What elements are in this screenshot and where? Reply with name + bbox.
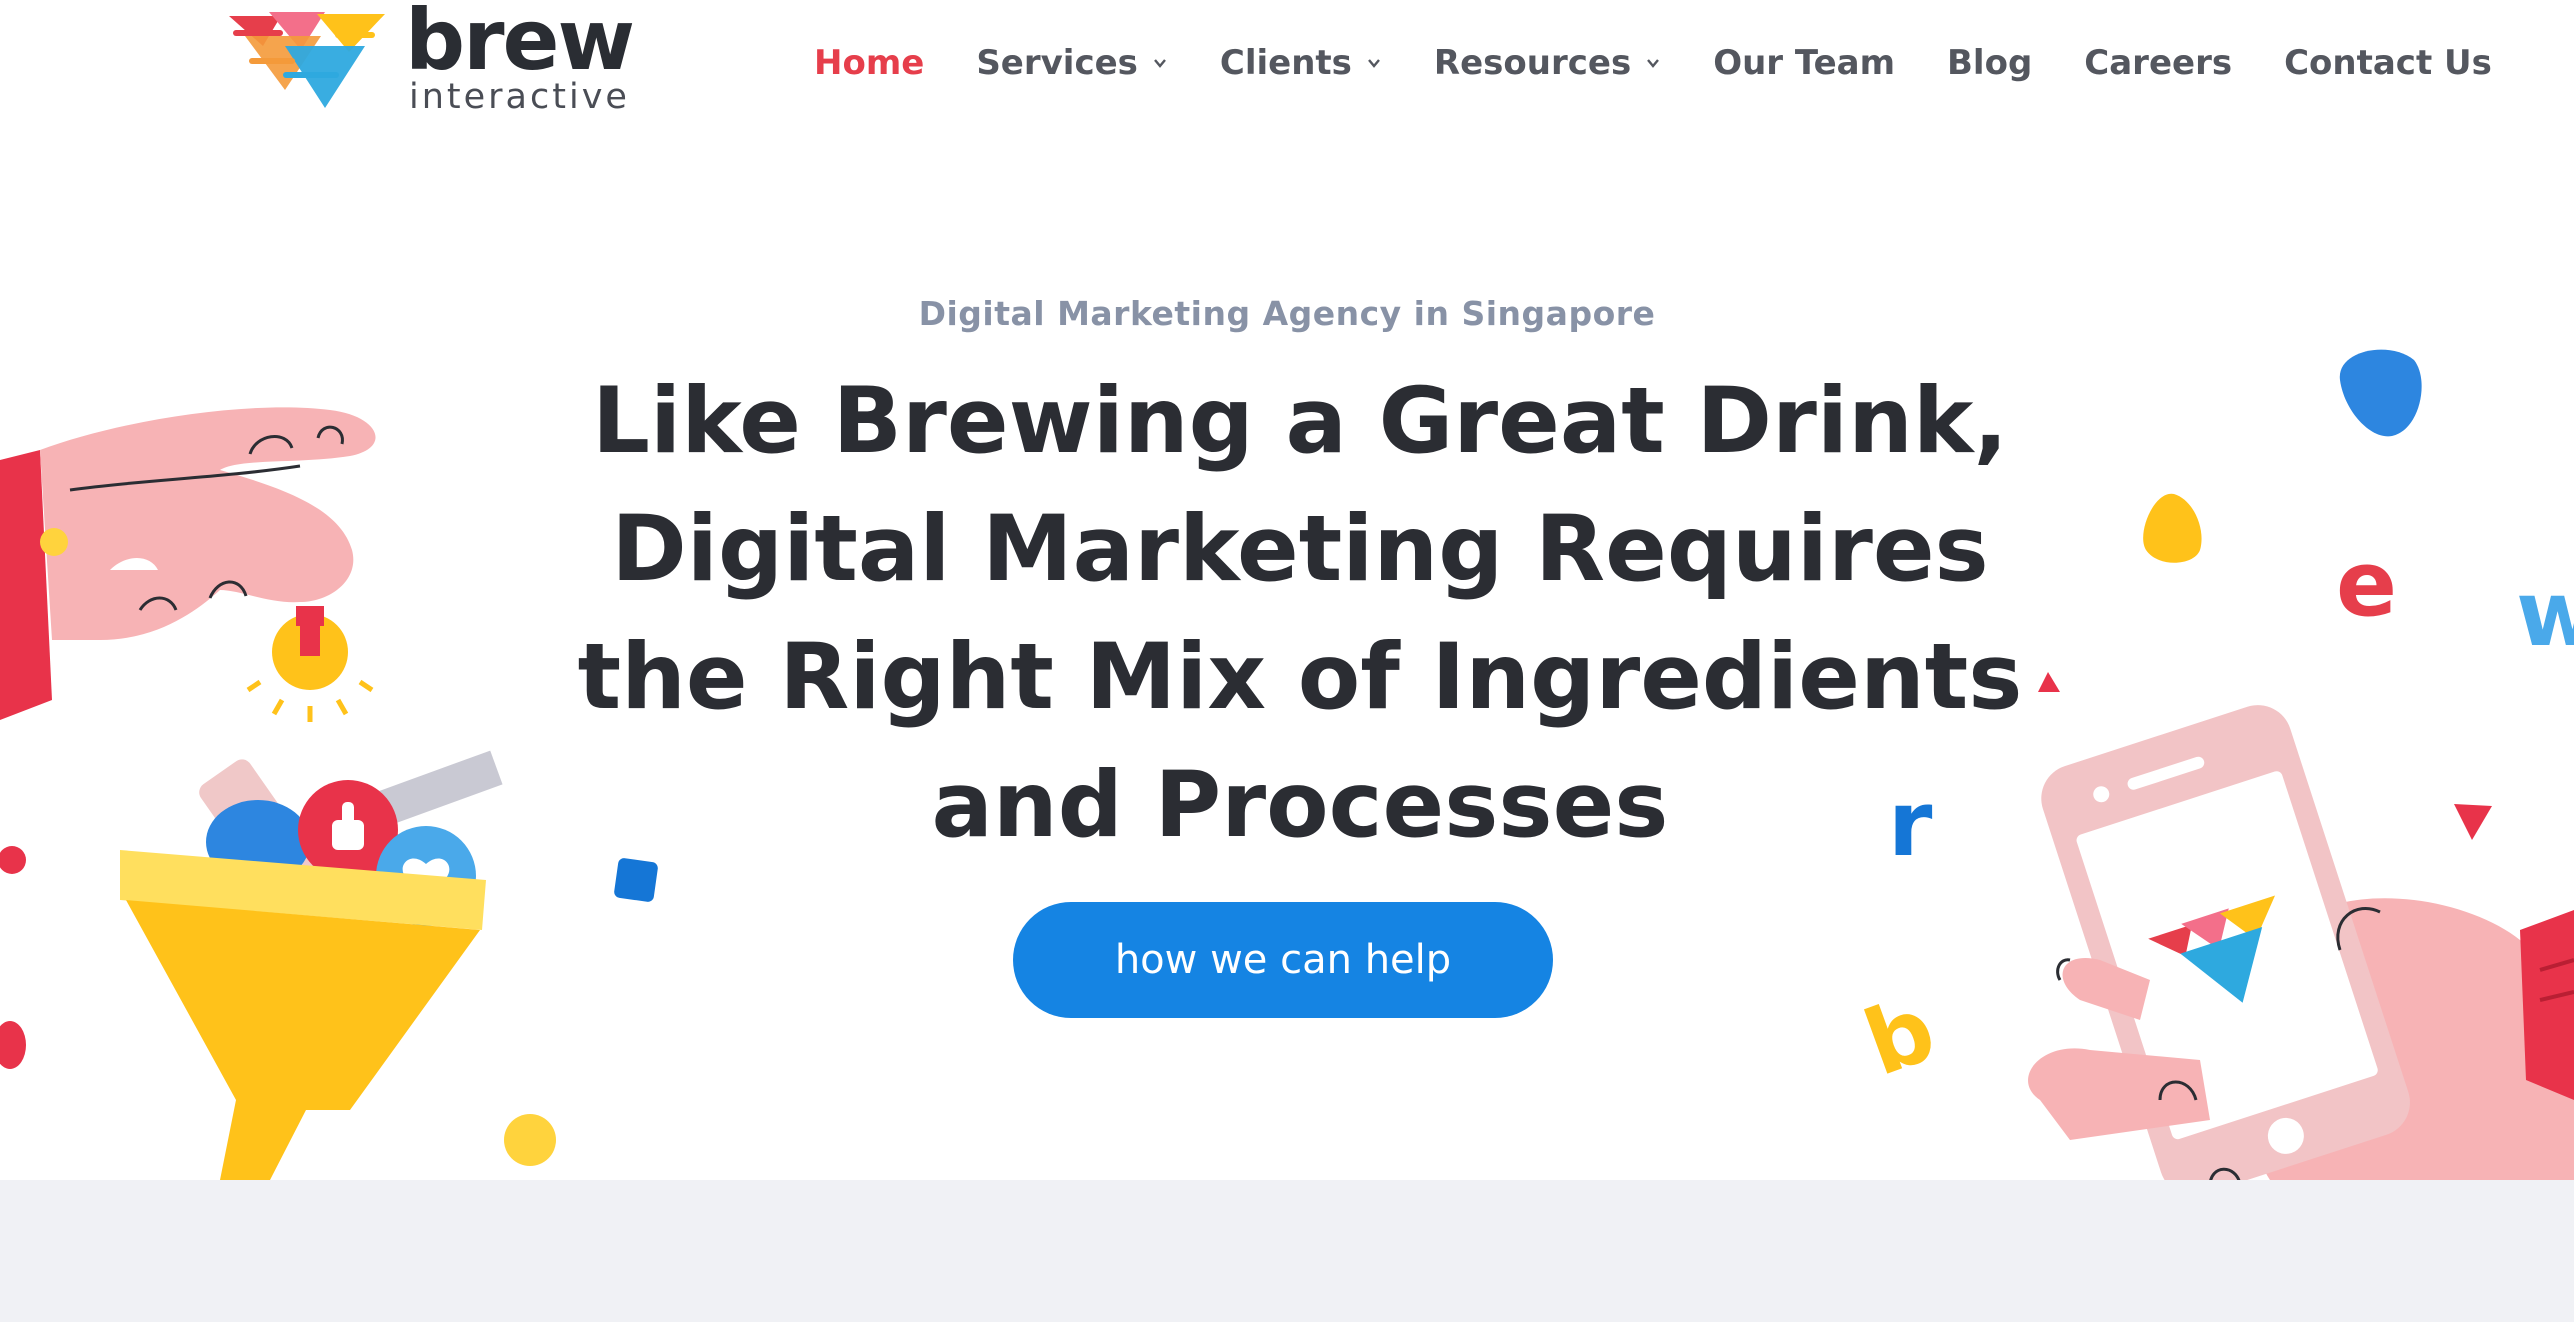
main-nav: Home Services Clients Resources Our Team… [814,38,2492,88]
funnel-illustration-icon [120,606,503,1180]
nav-item-services[interactable]: Services [976,43,1168,83]
nav-item-label: Our Team [1713,43,1896,83]
floating-letter-b: b [1851,976,1949,1097]
brew-logo-icon [229,12,385,108]
chevron-down-icon [1647,59,1660,68]
chevron-down-icon [1153,59,1166,68]
hero-section: Digital Marketing Agency in Singapore Li… [0,130,2574,1180]
decorative-shape [2143,493,2202,563]
decorative-shape [2339,349,2422,437]
nav-item-label: Clients [1219,43,1352,83]
nav-item-blog[interactable]: Blog [1947,43,2032,83]
lightbulb-icon [246,606,374,722]
section-divider-band [0,1180,2574,1322]
nav-item-our-team[interactable]: Our Team [1713,43,1895,83]
phone-illustration-icon [2028,705,2574,1180]
site-header: brew interactive Home Services Clients R… [0,0,2574,130]
how-we-can-help-button[interactable]: how we can help [1013,902,1553,1018]
brand-logo[interactable]: brew interactive [225,0,645,118]
floating-letter-e: e [2336,532,2398,637]
chevron-down-icon [1368,59,1380,68]
floating-letter-r: r [1888,772,1933,877]
hero-kicker: Digital Marketing Agency in Singapore [918,294,1656,333]
nav-item-contact-us[interactable]: Contact Us [2284,43,2492,83]
nav-item-careers[interactable]: Careers [2084,43,2232,83]
nav-item-resources[interactable]: Resources [1434,43,1661,83]
nav-item-label: Blog [1947,43,2033,83]
nav-item-home[interactable]: Home [814,43,924,83]
nav-item-label: Resources [1433,43,1632,83]
brand-tagline: interactive [409,77,630,117]
nav-item-label: Careers [2084,43,2233,83]
decorative-shape [0,1021,26,1069]
nav-item-label: Services [976,43,1138,83]
hero-headline: Like Brewing a Great Drink, Digital Mark… [577,369,2023,858]
decorative-dot [504,1114,556,1166]
brand-name: brew [405,0,635,89]
nav-item-clients[interactable]: Clients [1220,43,1382,83]
nav-item-label: Contact Us [2284,43,2492,83]
nav-item-label: Home [814,43,925,83]
floating-letter-w: w [2516,562,2574,667]
